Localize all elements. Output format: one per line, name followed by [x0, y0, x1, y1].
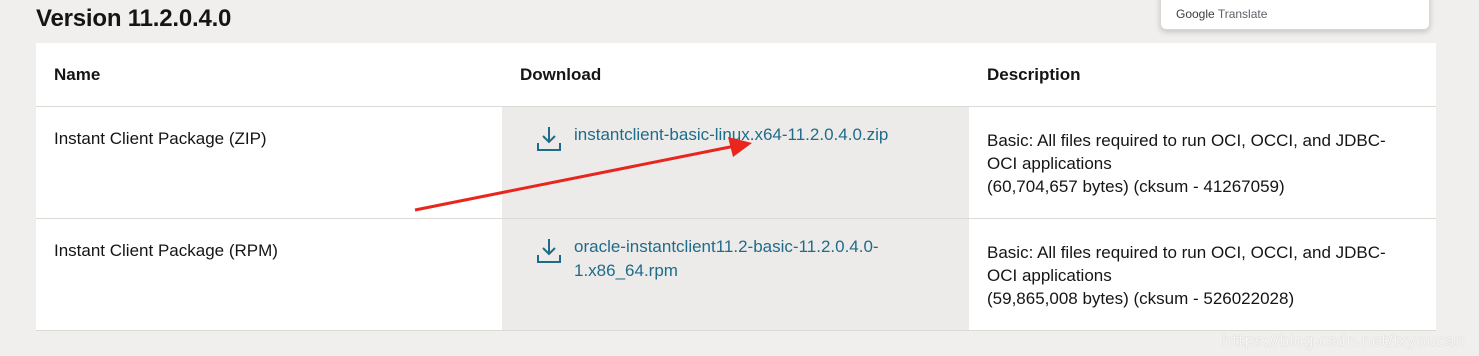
header-name: Name: [54, 65, 101, 84]
download-icon[interactable]: [536, 237, 562, 265]
download-link-zip[interactable]: instantclient-basic-linux.x64-11.2.0.4.0…: [574, 123, 904, 147]
table-row: Instant Client Package (ZIP) instantclie…: [36, 107, 1436, 219]
package-description: Basic: All files required to run OCI, OC…: [987, 131, 1386, 196]
download-icon[interactable]: [536, 125, 562, 153]
header-download: Download: [520, 65, 602, 84]
downloads-table: Name Download Description Instant Client…: [36, 43, 1436, 331]
google-translate-popup[interactable]: Google Translate: [1160, 0, 1430, 30]
google-translate-label: Google Translate: [1176, 7, 1268, 21]
table-row: Instant Client Package (RPM) oracle-inst…: [36, 219, 1436, 331]
page-title: Version 11.2.0.4.0: [36, 5, 232, 32]
package-description: Basic: All files required to run OCI, OC…: [987, 243, 1386, 308]
download-link-rpm[interactable]: oracle-instantclient11.2-basic-11.2.0.4.…: [574, 235, 904, 283]
package-name: Instant Client Package (ZIP): [54, 129, 267, 148]
header-description: Description: [987, 65, 1081, 84]
table-header-row: Name Download Description: [36, 43, 1436, 107]
package-name: Instant Client Package (RPM): [54, 241, 278, 260]
watermark: https://blog.csdn.net/lxyoucan: [1221, 331, 1465, 350]
